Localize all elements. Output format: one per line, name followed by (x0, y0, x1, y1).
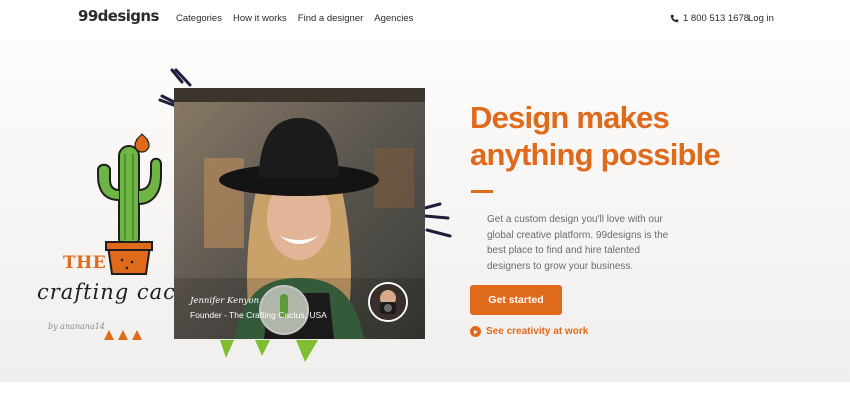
testimonial-name: Jennifer Kenyon (190, 296, 260, 306)
designer-avatar[interactable] (368, 282, 408, 322)
play-icon (470, 326, 481, 337)
99designs-logo[interactable]: 99designs (78, 7, 159, 25)
see-creativity-label: See creativity at work (486, 326, 589, 337)
below-fold (0, 382, 850, 418)
phone-contact[interactable]: 1 800 513 1678 (670, 13, 749, 24)
accent-rule (471, 190, 493, 193)
brand-byline: by ananana14 (48, 322, 105, 331)
avatar-image (370, 284, 406, 320)
nav-item-agencies[interactable]: Agencies (374, 13, 413, 24)
phone-number: 1 800 513 1678 (683, 13, 750, 24)
hero-description: Get a custom design you'll love with our… (487, 214, 669, 272)
headline-line-1: Design makes (470, 100, 670, 135)
nav-item-how-it-works[interactable]: How it works (233, 13, 287, 24)
main-nav: Categories How it works Find a designer … (176, 13, 424, 24)
login-link[interactable]: Log in (748, 13, 774, 24)
top-header: 99designs Categories How it works Find a… (0, 0, 850, 40)
hero-headline: Design makes anything possible (470, 99, 721, 173)
nav-item-find-designer[interactable]: Find a designer (298, 13, 363, 24)
headline-line-2: anything possible (470, 137, 721, 172)
testimonial-role: Founder - The Crafting Cactus, USA (190, 310, 327, 320)
phone-icon (670, 14, 679, 23)
cactus-drawing (97, 133, 162, 275)
brand-the-label: THE (63, 253, 107, 273)
testimonial-photo: Jennifer Kenyon Founder - The Crafting C… (174, 88, 425, 339)
see-creativity-link[interactable]: See creativity at work (470, 326, 588, 337)
nav-item-categories[interactable]: Categories (176, 13, 222, 24)
hero-section: THE crafting cactus by ananana14 Jennife… (0, 40, 850, 382)
get-started-button[interactable]: Get started (470, 285, 562, 315)
